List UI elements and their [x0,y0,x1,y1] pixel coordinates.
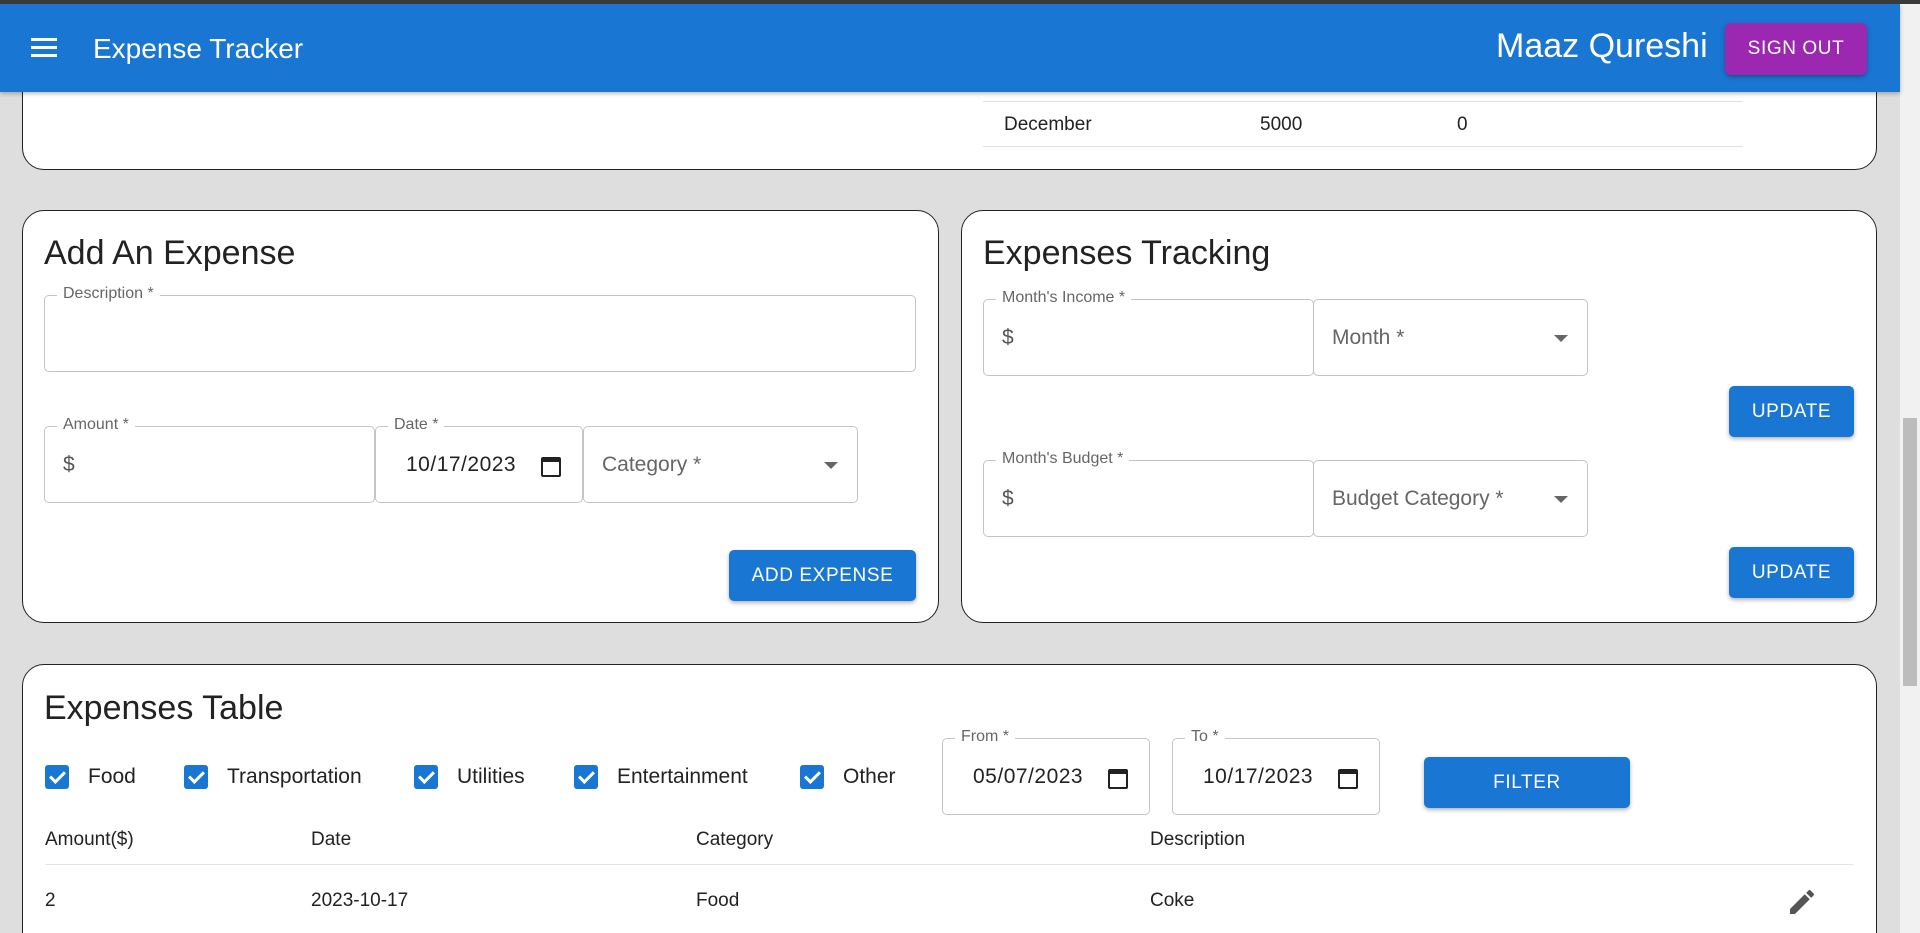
table-cell-amount: 2 [45,890,56,911]
checkbox-checked-icon[interactable] [414,765,438,789]
checkbox-checked-icon[interactable] [184,765,208,789]
budget-category-placeholder: Budget Category * [1332,487,1504,510]
to-date-label: To * [1185,728,1225,746]
summary-month-cell: December [1004,114,1092,135]
to-date-field[interactable]: To * 10/17/2023 [1172,728,1380,815]
month-placeholder: Month * [1332,326,1405,349]
filter-label-transportation: Transportation [227,765,362,788]
month-budget-label: Month's Budget * [996,450,1130,468]
category-placeholder: Category * [602,453,702,476]
checkbox-checked-icon[interactable] [574,765,598,789]
table-header-divider [45,864,1853,865]
description-field[interactable]: Description * [44,285,916,372]
month-select[interactable]: Month * [1313,299,1588,376]
table-cell-description: Coke [1150,890,1195,911]
filter-button[interactable]: FILTER [1424,757,1630,808]
hamburger-menu-icon[interactable] [28,34,60,64]
from-date-field[interactable]: From * 05/07/2023 [942,728,1150,815]
calendar-icon[interactable] [1108,769,1128,789]
amount-label: Amount * [57,416,135,434]
window-top-border [0,0,1920,4]
date-field[interactable]: Date * 10/17/2023 [375,416,583,503]
add-expense-title: Add An Expense [44,234,296,272]
expenses-table-title: Expenses Table [44,689,284,727]
table-cell-category: Food [696,890,740,911]
update-income-button[interactable]: UPDATE [1729,386,1854,437]
month-income-field[interactable]: Month's Income * $ [983,289,1314,376]
date-value: 10/17/2023 [406,453,517,476]
description-label: Description * [57,285,160,303]
calendar-icon[interactable] [541,457,561,477]
update-budget-button[interactable]: UPDATE [1729,547,1854,598]
filter-label-food: Food [88,765,136,788]
summary-expense-cell: 0 [1457,114,1468,135]
arrow-drop-down-icon [1554,335,1568,342]
user-name: Maaz Qureshi [1496,27,1708,65]
add-expense-button[interactable]: ADD EXPENSE [729,550,916,601]
arrow-drop-down-icon [824,462,838,469]
app-title: Expense Tracker [93,33,304,64]
column-header-date: Date [311,829,352,850]
summary-table-row: December 5000 0 [983,101,1743,147]
month-budget-field[interactable]: Month's Budget * $ [983,450,1314,537]
month-budget-prefix: $ [1002,487,1014,510]
summary-income-cell: 5000 [1260,114,1303,135]
filter-label-other: Other [843,765,896,788]
filter-label-utilities: Utilities [457,765,525,788]
to-date-value: 10/17/2023 [1203,765,1314,788]
budget-category-select[interactable]: Budget Category * [1313,460,1588,537]
column-header-description: Description [1150,829,1246,850]
calendar-icon[interactable] [1338,769,1358,789]
expenses-tracking-title: Expenses Tracking [983,234,1271,272]
filter-label-entertainment: Entertainment [617,765,748,788]
from-date-value: 05/07/2023 [973,765,1084,788]
checkbox-checked-icon[interactable] [45,765,69,789]
date-label: Date * [388,416,445,434]
app-bar: Expense Tracker Maaz Qureshi SIGN OUT [0,4,1900,92]
column-header-category: Category [696,829,774,850]
checkbox-checked-icon[interactable] [800,765,824,789]
table-cell-date: 2023-10-17 [311,890,409,911]
from-date-label: From * [955,728,1015,746]
arrow-drop-down-icon [1554,496,1568,503]
month-income-label: Month's Income * [996,289,1132,307]
sign-out-button[interactable]: SIGN OUT [1725,23,1867,75]
month-income-prefix: $ [1002,326,1014,349]
pencil-edit-icon[interactable] [1786,886,1818,918]
column-header-amount: Amount($) [45,829,134,850]
amount-field[interactable]: Amount * $ [44,416,375,503]
category-select[interactable]: Category * [583,426,858,503]
page-scrollbar-thumb[interactable] [1903,418,1917,686]
amount-prefix: $ [63,453,75,476]
